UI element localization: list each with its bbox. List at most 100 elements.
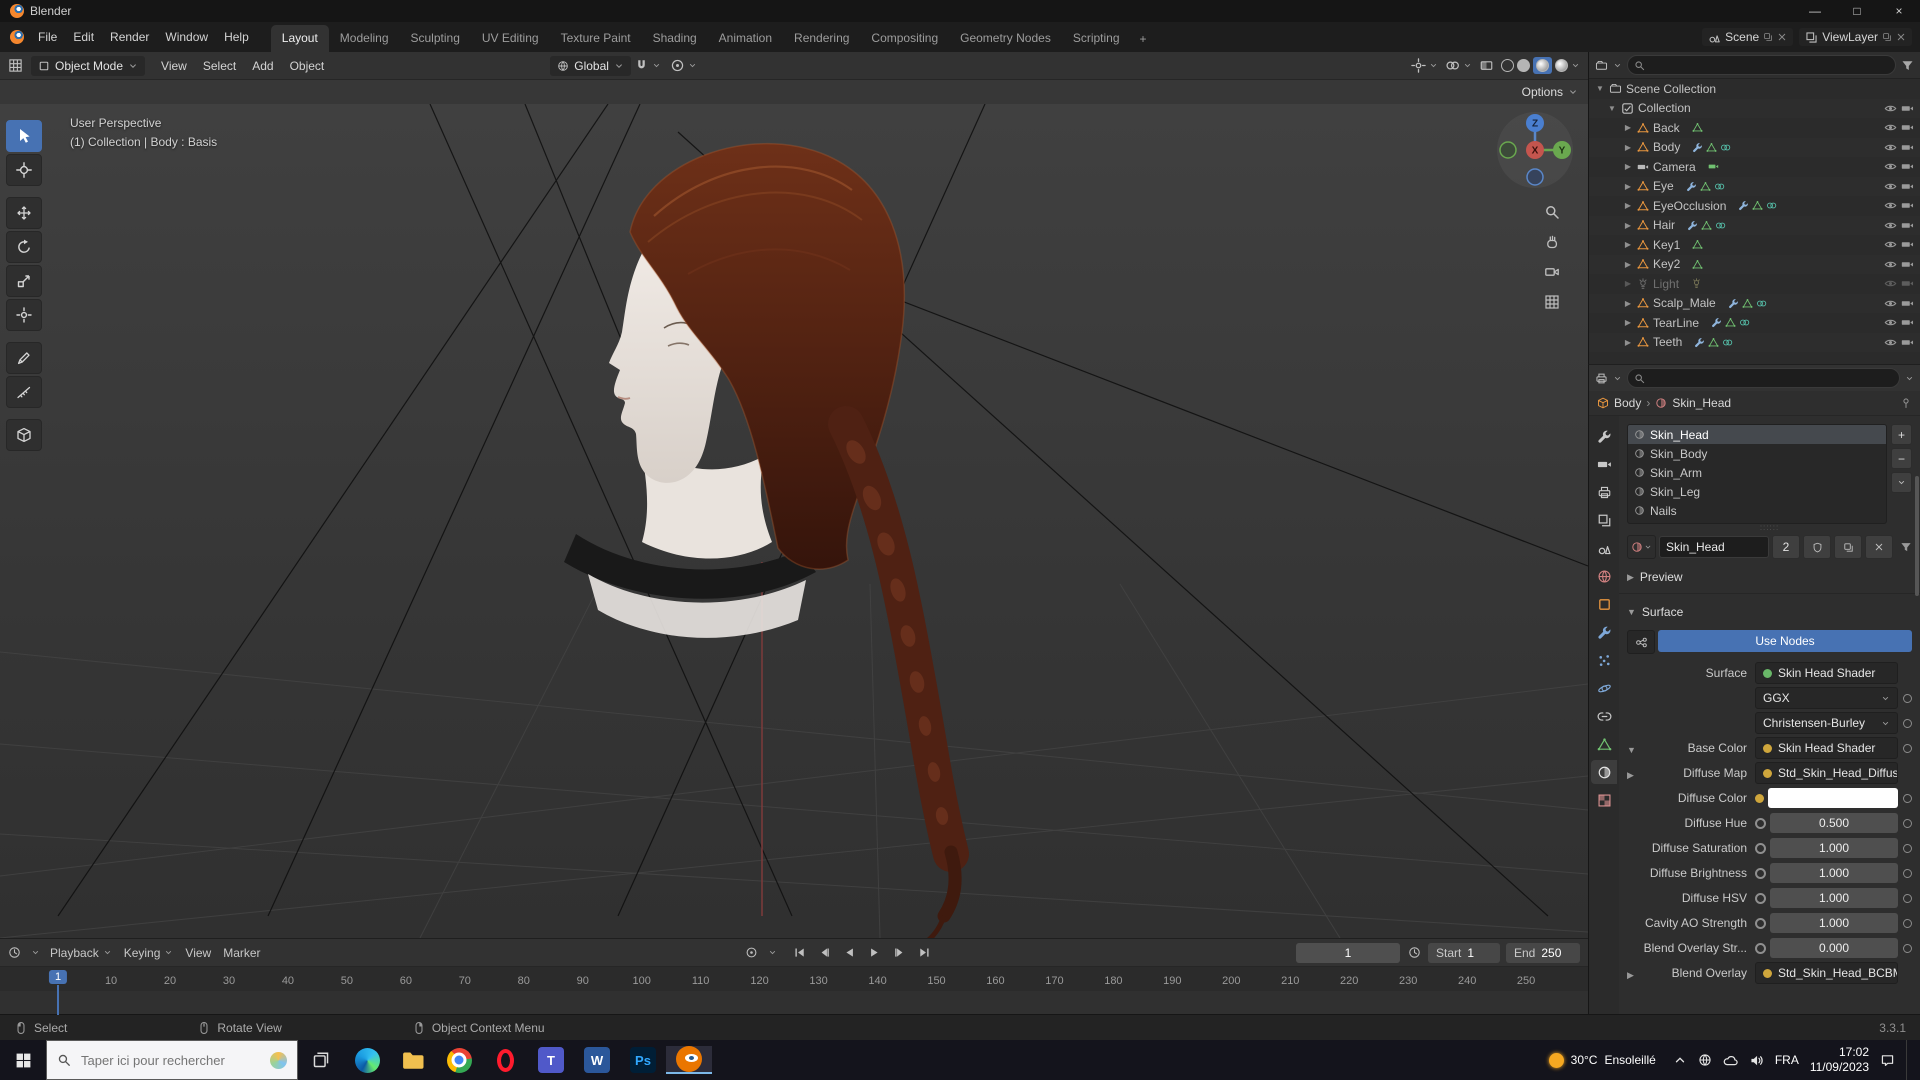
- expand-icon[interactable]: ▶: [1623, 260, 1633, 269]
- ortho-grid-icon[interactable]: [1544, 294, 1560, 310]
- editor-type-icon[interactable]: [8, 58, 23, 73]
- playhead[interactable]: 1: [48, 970, 68, 984]
- menu-render[interactable]: Render: [102, 26, 157, 48]
- material-slot-nails[interactable]: Nails: [1628, 501, 1886, 520]
- hide-viewport-icon[interactable]: [1884, 199, 1897, 212]
- outliner-item-key2[interactable]: ▶ Key2: [1589, 254, 1920, 274]
- tab-shading[interactable]: Shading: [642, 25, 708, 52]
- chevron-down-icon[interactable]: [1905, 374, 1914, 383]
- disable-render-icon[interactable]: [1901, 219, 1914, 232]
- nodes-button[interactable]: [1627, 630, 1655, 654]
- play-button[interactable]: [864, 943, 885, 963]
- tab-animation[interactable]: Animation: [708, 25, 783, 52]
- previous-keyframe-button[interactable]: [814, 943, 835, 963]
- outliner-search[interactable]: [1627, 55, 1896, 75]
- tab-modeling[interactable]: Modeling: [329, 25, 400, 52]
- animate-dot-icon[interactable]: [1903, 743, 1912, 753]
- outliner-item-light[interactable]: ▶ Light: [1589, 274, 1920, 294]
- expand-icon[interactable]: ▶: [1623, 240, 1633, 249]
- taskbar-app-explorer[interactable]: [390, 1048, 436, 1072]
- hide-viewport-icon[interactable]: [1884, 160, 1897, 173]
- tool-measure[interactable]: [6, 376, 42, 408]
- chevron-down-icon[interactable]: [1463, 61, 1472, 70]
- properties-tab-modifiers[interactable]: [1591, 620, 1617, 644]
- material-name-field[interactable]: Skin_Head: [1659, 536, 1769, 558]
- proportional-editing-icon[interactable]: [670, 58, 685, 73]
- chevron-down-icon[interactable]: [1613, 61, 1622, 70]
- disable-render-icon[interactable]: [1901, 141, 1914, 154]
- outliner-item-key1[interactable]: ▶ Key1: [1589, 235, 1920, 255]
- tool-select-box[interactable]: [6, 120, 42, 152]
- close-icon[interactable]: [1896, 32, 1906, 42]
- navigation-gizmo[interactable]: Z Y X: [1495, 110, 1575, 193]
- tool-cursor[interactable]: [6, 154, 42, 186]
- animate-dot-icon[interactable]: [1903, 693, 1912, 703]
- animate-dot-icon[interactable]: [1903, 793, 1912, 803]
- snap-magnet-icon[interactable]: [634, 58, 649, 73]
- preview-panel-header[interactable]: ▶ Preview: [1627, 565, 1912, 589]
- close-button[interactable]: ×: [1878, 0, 1920, 22]
- properties-tab-object[interactable]: [1591, 592, 1617, 616]
- animate-dot-icon[interactable]: [1903, 868, 1912, 878]
- material-slot-skin-leg[interactable]: Skin_Leg: [1628, 482, 1886, 501]
- tab-compositing[interactable]: Compositing: [860, 25, 949, 52]
- expand-icon[interactable]: ▶: [1623, 201, 1633, 210]
- hide-viewport-icon[interactable]: [1884, 316, 1897, 329]
- disable-render-icon[interactable]: [1901, 297, 1914, 310]
- disclosure-icon[interactable]: ▼: [1627, 745, 1636, 755]
- disable-render-icon[interactable]: [1901, 121, 1914, 134]
- disclosure-icon[interactable]: ▶: [1627, 770, 1634, 780]
- auto-key-icon[interactable]: [745, 946, 758, 959]
- hide-viewport-icon[interactable]: [1884, 219, 1897, 232]
- hide-viewport-icon[interactable]: [1884, 258, 1897, 271]
- notification-center-icon[interactable]: [1880, 1053, 1895, 1068]
- properties-tab-tool[interactable]: [1591, 424, 1617, 448]
- tool-transform[interactable]: [6, 299, 42, 331]
- animate-dot-icon[interactable]: [1903, 818, 1912, 828]
- properties-tab-texture[interactable]: [1591, 788, 1617, 812]
- material-slot-skin-head[interactable]: Skin_Head: [1628, 425, 1886, 444]
- properties-search-input[interactable]: [1649, 371, 1893, 385]
- onedrive-cloud-icon[interactable]: [1723, 1053, 1738, 1068]
- properties-tab-viewlayer[interactable]: [1591, 508, 1617, 532]
- tab-layout[interactable]: Layout: [270, 25, 329, 52]
- properties-search[interactable]: [1627, 368, 1900, 388]
- keyboard-language[interactable]: FRA: [1775, 1053, 1799, 1067]
- properties-tab-particles[interactable]: [1591, 648, 1617, 672]
- show-gizmo-icon[interactable]: [1411, 58, 1426, 73]
- viewport-menu-object[interactable]: Object: [282, 55, 333, 77]
- dropdown-christensen-burley[interactable]: Christensen-Burley: [1755, 712, 1898, 734]
- scene-selector[interactable]: Scene: [1702, 28, 1794, 46]
- chevron-down-icon[interactable]: [1613, 374, 1622, 383]
- expand-icon[interactable]: ▶: [1623, 318, 1633, 327]
- animate-dot-icon[interactable]: [1903, 718, 1912, 728]
- users-count-button[interactable]: 2: [1772, 535, 1800, 559]
- value-button[interactable]: Std_Skin_Head_BCBMa...: [1755, 962, 1898, 984]
- properties-tab-material[interactable]: [1591, 760, 1617, 784]
- properties-scrollbar[interactable]: [1915, 476, 1919, 596]
- shading-solid-button[interactable]: [1517, 59, 1530, 72]
- taskbar-clock[interactable]: 17:02 11/09/2023: [1810, 1045, 1869, 1075]
- expand-icon[interactable]: ▶: [1623, 338, 1633, 347]
- expand-icon[interactable]: ▶: [1623, 182, 1633, 191]
- tray-expand-icon[interactable]: [1673, 1053, 1687, 1067]
- start-button[interactable]: [0, 1040, 46, 1080]
- taskbar-app-word[interactable]: W: [574, 1047, 620, 1073]
- disable-render-icon[interactable]: [1901, 180, 1914, 193]
- maximize-button[interactable]: □: [1836, 0, 1878, 22]
- timeline-track[interactable]: [0, 991, 1588, 1015]
- shading-wireframe-button[interactable]: [1501, 59, 1514, 72]
- properties-tab-world[interactable]: [1591, 564, 1617, 588]
- material-filter-icon[interactable]: [1900, 541, 1912, 553]
- surface-panel-header[interactable]: ▼ Surface: [1627, 600, 1912, 624]
- taskbar-app-task-view[interactable]: [298, 1051, 344, 1069]
- tab-uv-editing[interactable]: UV Editing: [471, 25, 550, 52]
- minimize-button[interactable]: —: [1794, 0, 1836, 22]
- hide-viewport-icon[interactable]: [1884, 336, 1897, 349]
- timeline-menu-marker[interactable]: Marker: [223, 946, 260, 960]
- outliner-editor-icon[interactable]: [1595, 59, 1608, 72]
- overlays-icon[interactable]: [1445, 58, 1460, 73]
- viewport-menu-select[interactable]: Select: [195, 55, 244, 77]
- properties-editor-icon[interactable]: [1595, 372, 1608, 385]
- xray-toggle-icon[interactable]: [1479, 58, 1494, 73]
